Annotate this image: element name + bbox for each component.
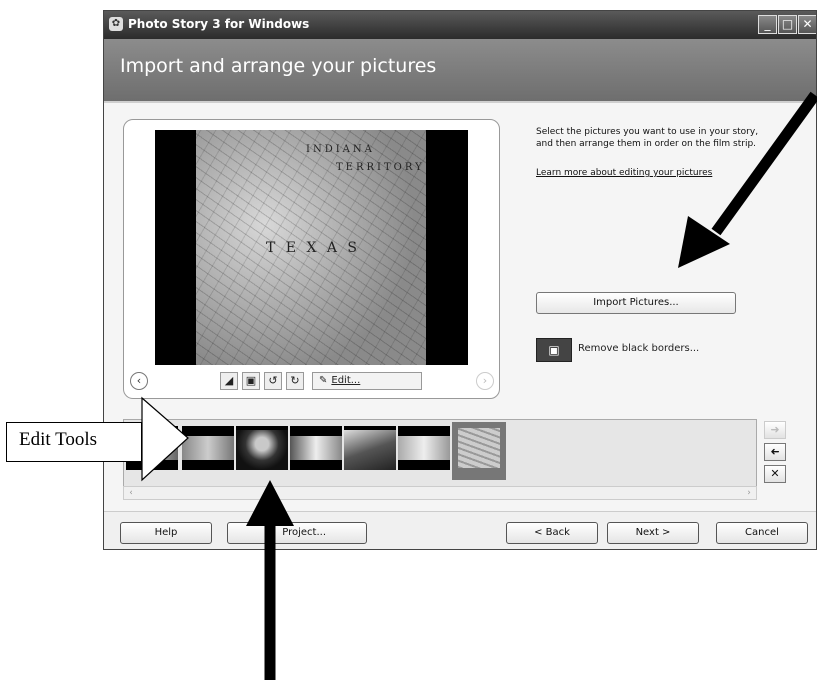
bottom-bar: Help Project... < Back Next > Cancel [104, 511, 816, 549]
edit-label: Edit... [331, 375, 361, 386]
edit-icon: ✎ [319, 375, 328, 386]
rotate-left-icon[interactable]: ↺ [264, 372, 282, 390]
edit-tools-callout-label: Edit Tools [19, 429, 98, 450]
rotate-right-icon[interactable]: ↻ [286, 372, 304, 390]
previous-picture-button[interactable]: ‹ [130, 372, 148, 390]
filmstrip-thumbnail[interactable] [290, 426, 342, 470]
photo-story-icon: ✿ [109, 17, 123, 31]
edit-button[interactable]: ✎ Edit... [312, 372, 422, 390]
move-left-button[interactable]: ➜ [764, 443, 786, 461]
help-button[interactable]: Help [120, 522, 212, 544]
scroll-left-arrow[interactable]: ‹ [125, 487, 137, 499]
correct-colors-icon[interactable]: ◢ [220, 372, 238, 390]
film-strip[interactable] [123, 419, 757, 487]
map-label: T E X A S [266, 240, 361, 256]
red-eye-icon[interactable]: ▣ [242, 372, 260, 390]
minimize-button[interactable]: _ [758, 15, 777, 34]
photo-story-window: ✿ Photo Story 3 for Windows _ □ ✕ Import… [103, 10, 817, 550]
next-button[interactable]: Next > [607, 522, 699, 544]
maximize-button[interactable]: □ [778, 15, 797, 34]
filmstrip-scrollbar[interactable]: ‹ › [123, 486, 757, 500]
import-pictures-button[interactable]: Import Pictures... [536, 292, 736, 314]
preview-photo: INDIANA TERRITORY T E X A S [155, 130, 468, 365]
save-project-button[interactable]: Project... [227, 522, 367, 544]
filmstrip-thumbnail[interactable] [236, 426, 288, 470]
remove-borders-label: Remove black borders... [578, 343, 700, 354]
page-header: Import and arrange your pictures [104, 39, 816, 103]
cancel-button[interactable]: Cancel [716, 522, 808, 544]
map-label: INDIANA [306, 144, 375, 155]
instruction-line: Select the pictures you want to use in y… [536, 127, 759, 137]
next-picture-button[interactable]: › [476, 372, 494, 390]
delete-picture-button[interactable]: ✕ [764, 465, 786, 483]
edit-toolbar: ‹ ◢ ▣ ↺ ↻ ✎ Edit... › [124, 372, 499, 394]
back-button[interactable]: < Back [506, 522, 598, 544]
close-button[interactable]: ✕ [798, 15, 816, 34]
remove-borders-icon[interactable]: ▣ [536, 338, 572, 362]
map-label: TERRITORY [336, 162, 425, 173]
filmstrip-thumbnail-selected[interactable] [452, 422, 506, 480]
move-right-button[interactable]: ➜ [764, 421, 786, 439]
page-title: Import and arrange your pictures [120, 55, 437, 77]
picture-preview-panel: INDIANA TERRITORY T E X A S ‹ ◢ ▣ ↺ ↻ ✎ E… [123, 119, 500, 399]
filmstrip-thumbnail[interactable] [398, 426, 450, 470]
filmstrip-thumbnail[interactable] [182, 426, 234, 470]
window-title: Photo Story 3 for Windows [128, 17, 310, 31]
learn-more-link[interactable]: Learn more about editing your pictures [536, 168, 712, 178]
instructions: Select the pictures you want to use in y… [536, 126, 796, 150]
map-image: INDIANA TERRITORY T E X A S [196, 130, 426, 365]
filmstrip-thumbnail[interactable] [344, 426, 396, 470]
title-bar: ✿ Photo Story 3 for Windows _ □ ✕ [104, 11, 816, 39]
instruction-line: and then arrange them in order on the fi… [536, 139, 757, 149]
scroll-right-arrow[interactable]: › [743, 487, 755, 499]
